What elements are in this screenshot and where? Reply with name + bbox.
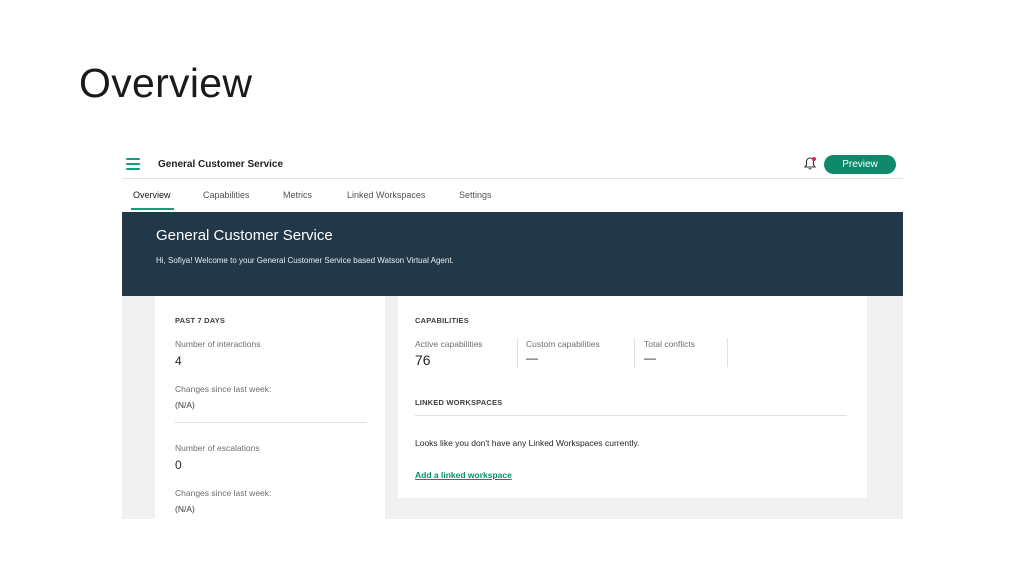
metric-separator	[727, 338, 728, 367]
hamburger-menu-icon[interactable]	[126, 158, 140, 171]
metric-separator	[634, 338, 635, 367]
interactions-change-value: (N/A)	[175, 400, 195, 410]
card-divider	[175, 422, 367, 423]
past-7-days-card: PAST 7 DAYS Number of interactions 4 Cha…	[155, 296, 385, 519]
welcome-banner: General Customer Service Hi, Sofiya! Wel…	[122, 212, 903, 296]
active-capabilities-value: 76	[415, 352, 431, 368]
metric-separator	[517, 338, 518, 367]
past-7-days-heading: PAST 7 DAYS	[175, 316, 226, 325]
escalations-change-label: Changes since last week:	[175, 488, 272, 498]
app-window: General Customer Service Preview Overvie…	[122, 150, 903, 519]
tab-overview[interactable]: Overview	[133, 190, 171, 200]
escalations-value: 0	[175, 458, 182, 472]
interactions-value: 4	[175, 354, 182, 368]
capabilities-card: CAPABILITIES Active capabilities 76 Cust…	[398, 296, 867, 498]
banner-title: General Customer Service	[156, 227, 333, 244]
escalations-change-value: (N/A)	[175, 504, 195, 514]
tab-bar: Overview Capabilities Metrics Linked Wor…	[122, 180, 903, 212]
interactions-label: Number of interactions	[175, 339, 261, 349]
tab-metrics[interactable]: Metrics	[283, 190, 312, 200]
active-tab-indicator	[131, 208, 174, 210]
capabilities-heading: CAPABILITIES	[415, 316, 469, 325]
slide-title: Overview	[79, 60, 253, 106]
custom-capabilities-value: —	[526, 351, 538, 365]
app-name: General Customer Service	[158, 159, 284, 170]
banner-subtitle: Hi, Sofiya! Welcome to your General Cust…	[156, 256, 454, 265]
total-conflicts-label: Total conflicts	[644, 339, 696, 349]
section-divider	[415, 415, 847, 416]
tab-settings[interactable]: Settings	[459, 190, 492, 200]
preview-button[interactable]: Preview	[824, 155, 896, 174]
content-area: PAST 7 DAYS Number of interactions 4 Cha…	[122, 296, 903, 519]
linked-workspaces-heading: LINKED WORKSPACES	[415, 398, 503, 407]
add-linked-workspace-link[interactable]: Add a linked workspace	[415, 470, 512, 480]
total-conflicts-value: —	[644, 351, 656, 365]
active-capabilities-label: Active capabilities	[415, 339, 483, 349]
escalations-label: Number of escalations	[175, 443, 260, 453]
bell-icon[interactable]	[803, 156, 817, 171]
tab-linked-workspaces[interactable]: Linked Workspaces	[347, 190, 425, 200]
app-header: General Customer Service Preview	[122, 150, 903, 179]
interactions-change-label: Changes since last week:	[175, 384, 272, 394]
tab-capabilities[interactable]: Capabilities	[203, 190, 250, 200]
custom-capabilities-label: Custom capabilities	[526, 339, 600, 349]
linked-workspaces-empty-message: Looks like you don't have any Linked Wor…	[415, 438, 640, 448]
